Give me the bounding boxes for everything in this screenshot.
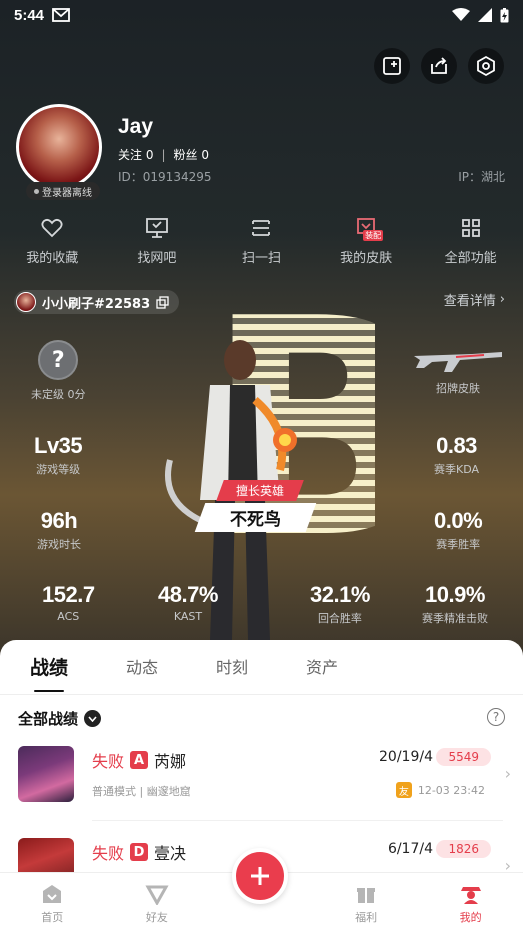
match-kda: 20/19/4 [379,749,433,765]
match-time: 12-03 23:42 [417,783,485,797]
chevron-right-icon: › [499,292,505,307]
copy-icon[interactable] [156,295,169,309]
winrate-stat: 0.0% 赛季胜率 [434,508,483,551]
signal-icon [478,8,492,22]
quick-my-skins[interactable]: 装配 我的皮肤 [314,215,419,266]
unranked-icon: ? [38,340,79,380]
share-button[interactable] [421,48,457,84]
playtime-stat: 96h 游戏时长 [37,508,81,551]
heart-icon [41,218,63,238]
fans-link[interactable]: 粉丝 0 [174,146,209,163]
help-icon[interactable]: ? [487,708,505,726]
quick-actions: 我的收藏 找网吧 扫一扫 装配 我的皮肤 全部功能 [0,215,523,266]
chevron-right-icon: › [504,764,511,783]
match-score: 5549 [436,748,491,766]
agent-thumbnail [18,746,74,802]
grade-badge: D [130,843,149,861]
card-plus-icon [383,57,401,75]
divider [92,820,503,821]
divider [0,694,523,695]
scan-icon [252,220,271,236]
nav-rewards[interactable]: 福利 [314,873,419,935]
signature-skin-stat[interactable]: 招牌皮肤 [412,344,504,396]
quick-favorites[interactable]: 我的收藏 [0,215,105,266]
records-filter-dropdown[interactable]: 全部战绩 [18,708,102,729]
best-agent-tag[interactable]: 擅长英雄 不死鸟 [194,480,317,532]
kast-stat: 48.7% KAST [158,582,218,623]
status-bar: 5:44 [0,0,523,30]
nav-me[interactable]: 我的 [418,873,523,935]
status-dot [34,188,39,194]
create-post-button[interactable] [232,848,288,904]
nav-friends[interactable]: 好友 [105,873,210,935]
profile-icon [460,887,481,904]
monitor-icon [145,218,168,238]
gift-icon [357,888,376,903]
precision-stat: 10.9% 赛季精准击败 [422,582,488,625]
match-score: 1826 [436,840,491,858]
ip-location: IP：湖北 [458,170,505,184]
mail-icon [52,8,70,22]
profile-hero: B [0,0,523,660]
kda-stat: 0.83 赛季KDA [434,433,480,476]
level-stat: Lv35 游戏等级 [34,433,83,476]
round-win-stat: 32.1% 回合胜率 [310,582,370,625]
grid-icon [461,219,480,237]
match-mode: 普通模式 | 幽邃地窟 [92,785,191,798]
plus-icon [251,867,269,885]
game-account-name: 小小刷子#22583 [42,296,151,312]
following-link[interactable]: 关注 0 [118,146,153,163]
acs-stat: 152.7 ACS [42,582,95,623]
rifle-skin-icon [414,352,502,372]
home-icon [43,885,62,903]
battery-icon [500,7,509,22]
settings-button[interactable] [468,48,504,84]
user-id: ID：019134295 [118,170,212,184]
share-icon [431,57,447,74]
clock: 5:44 [14,6,45,24]
match-result: 失败 [92,844,125,863]
username: Jay [118,115,154,138]
match-result: 失败 [92,752,125,771]
skin-add-button[interactable] [374,48,410,84]
match-row[interactable]: 失败 A 芮娜 20/19/4 5549 普通模式 | 幽邃地窟 友 12-03… [0,738,523,830]
launcher-status-badge: 登录器离线 [26,182,100,200]
profile-tabs: 战绩 动态 时刻 资产 [0,640,523,692]
equip-tag: 装配 [363,230,384,241]
friend-badge: 友 [395,782,412,798]
rank-stat[interactable]: ? 未定级 0分 [31,340,86,402]
follow-stats: 关注 0 | 粉丝 0 [118,146,209,163]
quick-scan[interactable]: 扫一扫 [209,215,314,266]
agent-name: 壹决 [154,844,187,863]
tab-moments[interactable]: 时刻 [216,654,248,678]
tab-activity[interactable]: 动态 [126,654,158,678]
quick-all-features[interactable]: 全部功能 [418,215,523,266]
rank-label: 未定级 0分 [31,388,86,401]
tab-assets[interactable]: 资产 [306,654,338,678]
grade-badge: A [130,751,149,769]
settings-icon [477,55,495,77]
separator: | [161,147,166,162]
game-account-chip[interactable]: 小小刷子#22583 [14,290,180,314]
agent-name: 芮娜 [154,752,187,771]
quick-find-cafe[interactable]: 找网吧 [105,215,210,266]
nav-home[interactable]: 首页 [0,873,105,935]
avatar[interactable] [16,104,102,190]
best-agent-name: 不死鸟 [230,510,281,530]
friends-icon [145,885,169,905]
view-details-link[interactable]: 查看详情 › [444,290,505,309]
match-kda: 6/17/4 [387,841,433,857]
wifi-icon [452,8,470,21]
tab-records[interactable]: 战绩 [30,653,68,692]
game-avatar [16,292,36,312]
chevron-down-icon [84,710,102,727]
